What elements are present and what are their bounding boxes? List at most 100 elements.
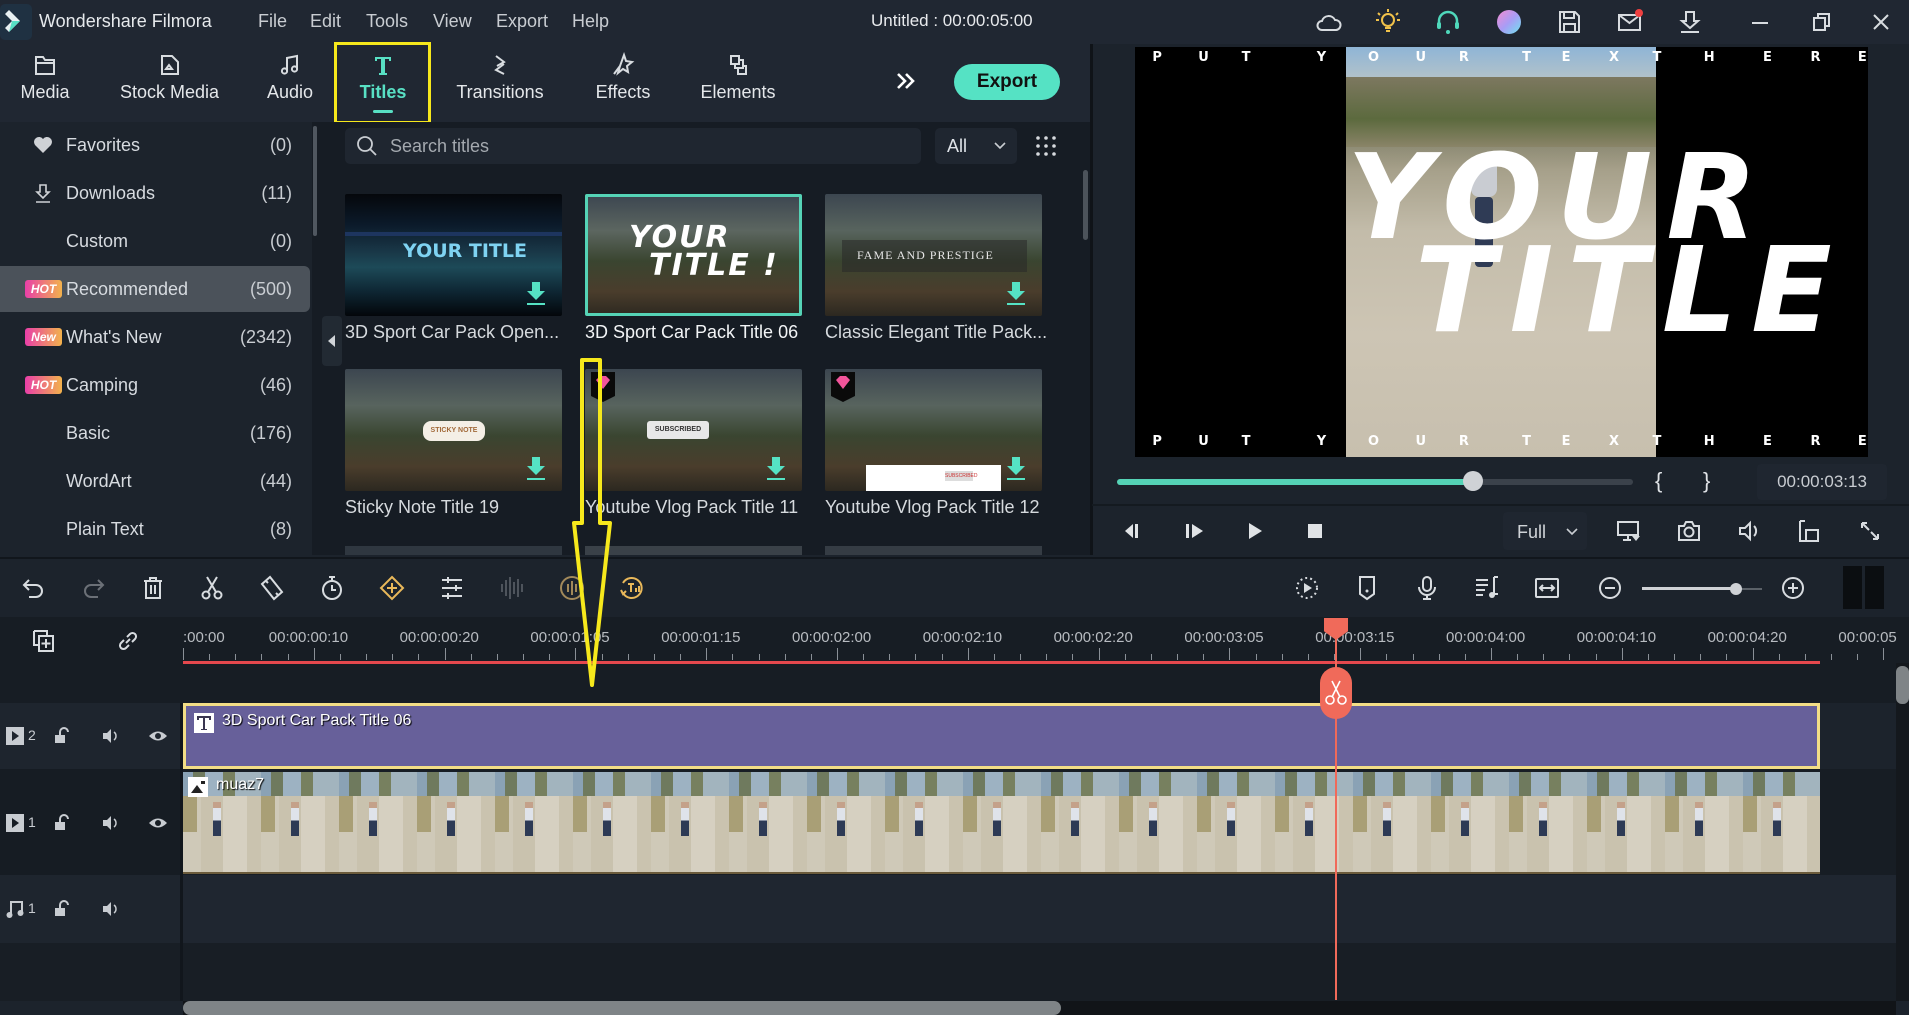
collapse-sidebar-button[interactable]: [322, 316, 342, 366]
keyframe-icon[interactable]: [378, 574, 406, 602]
play-icon[interactable]: [1243, 519, 1267, 543]
stop-icon[interactable]: [1303, 519, 1327, 543]
render-preview-icon[interactable]: [1293, 574, 1321, 602]
menu-edit[interactable]: Edit: [310, 11, 341, 32]
playback-scrubber-handle[interactable]: [1463, 471, 1484, 491]
avatar-icon[interactable]: [1494, 8, 1524, 36]
sidebar-scrollbar[interactable]: [313, 126, 317, 236]
lock-icon[interactable]: [52, 726, 72, 746]
sidebar-item-basic[interactable]: Basic (176): [0, 410, 310, 456]
mail-icon[interactable]: [1615, 8, 1645, 36]
split-scissors-icon[interactable]: [198, 574, 226, 602]
marker-icon[interactable]: [1353, 574, 1381, 602]
download-icon[interactable]: [525, 280, 547, 306]
redo-icon[interactable]: [79, 574, 107, 602]
zoom-out-icon[interactable]: [1596, 574, 1624, 602]
title-clip[interactable]: 3D Sport Car Pack Title 06: [183, 703, 1820, 769]
headset-icon[interactable]: [1433, 8, 1463, 36]
sidebar-item-wordart[interactable]: WordArt (44): [0, 458, 310, 504]
cloud-icon[interactable]: [1314, 8, 1344, 36]
minimize-icon[interactable]: [1745, 8, 1775, 36]
display-settings-icon[interactable]: [1614, 517, 1642, 545]
menu-export[interactable]: Export: [496, 11, 548, 32]
track-volume-icon[interactable]: [100, 813, 120, 833]
lightbulb-icon[interactable]: [1373, 8, 1403, 36]
playback-quality-dropdown[interactable]: Full: [1503, 512, 1587, 550]
close-icon[interactable]: [1866, 8, 1896, 36]
sidebar-item-whats-new[interactable]: New What's New (2342): [0, 314, 310, 360]
more-tabs-icon[interactable]: [893, 68, 919, 94]
audio-mixer-icon[interactable]: [1473, 574, 1501, 602]
title-template-card-partial[interactable]: [825, 546, 1042, 555]
tab-stock-media[interactable]: Stock Media: [112, 44, 227, 122]
download-icon[interactable]: [1675, 8, 1705, 36]
timeline-ruler[interactable]: :00:00 00:00:00:10 00:00:00:20 00:00:01:05 0…: [0, 617, 1909, 703]
download-icon[interactable]: [525, 455, 547, 481]
download-icon[interactable]: [765, 455, 787, 481]
mark-in-button[interactable]: {: [1655, 468, 1662, 494]
timeline-vertical-scrollbar[interactable]: [1896, 666, 1909, 704]
panel-divider[interactable]: [1090, 44, 1093, 555]
tab-effects[interactable]: Effects: [585, 44, 661, 122]
volume-icon[interactable]: [1735, 517, 1763, 545]
layout-panel-toggle[interactable]: [1843, 566, 1862, 609]
title-template-card[interactable]: SUBSCRIBED Youtube Vlog Pack Title 12: [825, 369, 1055, 518]
menu-help[interactable]: Help: [572, 11, 609, 32]
grid-view-icon[interactable]: [1035, 135, 1057, 157]
download-icon[interactable]: [1005, 455, 1027, 481]
download-icon[interactable]: [1005, 280, 1027, 306]
track-volume-icon[interactable]: [100, 726, 120, 746]
title-template-card-selected[interactable]: YOUR TITLE ! 3D Sport Car Pack Title 06: [585, 194, 815, 343]
restore-icon[interactable]: [1806, 8, 1836, 36]
lock-icon[interactable]: [52, 813, 72, 833]
timeline-zoom-handle[interactable]: [1729, 583, 1742, 595]
mark-out-button[interactable]: }: [1703, 468, 1710, 494]
snapshot-camera-icon[interactable]: [1675, 517, 1703, 545]
title-template-card[interactable]: FAME AND PRESTIGE Classic Elegant Title …: [825, 194, 1055, 343]
microphone-icon[interactable]: [1413, 574, 1441, 602]
layout-panel-toggle[interactable]: [1865, 566, 1884, 609]
zoom-in-icon[interactable]: [1779, 574, 1807, 602]
track-volume-icon[interactable]: [100, 899, 120, 919]
menu-tools[interactable]: Tools: [366, 11, 408, 32]
sidebar-item-favorites[interactable]: Favorites (0): [0, 122, 310, 168]
search-input[interactable]: Search titles: [345, 128, 921, 164]
sidebar-item-camping[interactable]: HOT Camping (46): [0, 362, 310, 408]
track-visibility-eye-icon[interactable]: [148, 726, 168, 746]
title-template-card-partial[interactable]: [345, 546, 562, 555]
undo-icon[interactable]: [20, 574, 48, 602]
auto-caption-icon[interactable]: [618, 574, 646, 602]
title-template-card[interactable]: STICKY NOTE Sticky Note Title 19: [345, 369, 575, 518]
add-track-icon[interactable]: [30, 627, 58, 655]
tab-elements[interactable]: Elements: [693, 44, 783, 122]
delete-icon[interactable]: [139, 574, 167, 602]
tab-audio[interactable]: Audio: [260, 44, 320, 122]
tab-media[interactable]: Media: [10, 44, 80, 122]
speed-timer-icon[interactable]: [318, 574, 346, 602]
track-visibility-eye-icon[interactable]: [148, 813, 168, 833]
menu-file[interactable]: File: [258, 11, 287, 32]
save-icon[interactable]: [1554, 8, 1584, 36]
menu-view[interactable]: View: [433, 11, 472, 32]
preview-canvas[interactable]: PUTYOURTEXTHERE PUTYOURTEXTHERE YOUR TIT…: [1135, 47, 1868, 457]
fullscreen-icon[interactable]: [1856, 517, 1884, 545]
playhead-split-button[interactable]: [1320, 667, 1352, 719]
filter-dropdown[interactable]: All: [935, 128, 1017, 164]
adjust-sliders-icon[interactable]: [438, 574, 466, 602]
sidebar-item-plain-text[interactable]: Plain Text (8): [0, 506, 310, 552]
sidebar-item-custom[interactable]: Custom (0): [0, 218, 310, 264]
next-frame-icon[interactable]: [1182, 519, 1206, 543]
sidebar-item-recommended[interactable]: HOT Recommended (500): [0, 266, 310, 312]
export-button[interactable]: Export: [954, 64, 1060, 100]
video-clip[interactable]: muaz7: [183, 772, 1820, 874]
timeline-horizontal-scrollbar[interactable]: [183, 1001, 1061, 1015]
title-template-card[interactable]: YOUR TITLE 3D Sport Car Pack Open...: [345, 194, 575, 343]
lock-icon[interactable]: [52, 899, 72, 919]
library-scrollbar[interactable]: [1083, 170, 1088, 240]
audio-waveform-icon[interactable]: [498, 574, 526, 602]
fit-timeline-icon[interactable]: [1533, 574, 1561, 602]
tab-transitions[interactable]: Transitions: [450, 44, 550, 122]
aspect-ratio-icon[interactable]: [1795, 517, 1823, 545]
sidebar-item-downloads[interactable]: Downloads (11): [0, 170, 310, 216]
crop-icon[interactable]: [258, 574, 286, 602]
